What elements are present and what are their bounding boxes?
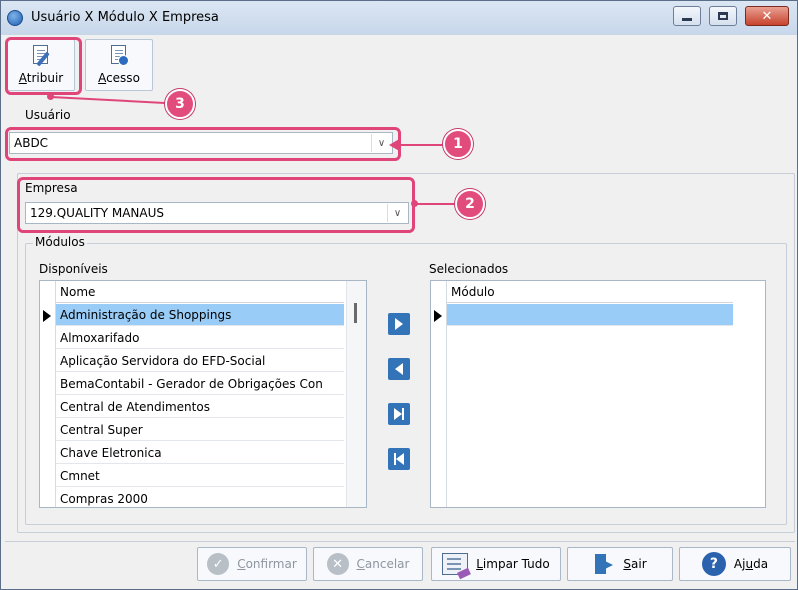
close-icon: ✕ bbox=[761, 8, 773, 24]
list-item[interactable]: Central de Atendimentos bbox=[56, 396, 344, 418]
move-all-left-button[interactable] bbox=[388, 448, 410, 470]
vertical-scrollbar[interactable] bbox=[346, 281, 366, 507]
exit-door-icon bbox=[593, 553, 615, 575]
column-header-module[interactable]: Módulo bbox=[447, 281, 733, 303]
callout-box-assign bbox=[5, 37, 82, 95]
help-button[interactable]: ? Ajuda bbox=[679, 547, 791, 581]
maximize-icon bbox=[718, 12, 728, 20]
window-title: Usuário X Módulo X Empresa bbox=[31, 10, 219, 25]
cancel-button[interactable]: ✕ Cancelar bbox=[313, 547, 423, 581]
callout-leader-line bbox=[50, 96, 167, 105]
callout-number-1: 1 bbox=[443, 129, 473, 159]
close-button[interactable]: ✕ bbox=[745, 6, 789, 26]
current-row-pointer-icon bbox=[434, 310, 442, 322]
callout-arrowhead-icon bbox=[389, 138, 401, 152]
modules-group-title: Módulos bbox=[33, 235, 87, 249]
move-right-button[interactable] bbox=[388, 313, 410, 335]
selected-label: Selecionados bbox=[429, 262, 509, 276]
callout-box-user bbox=[5, 127, 401, 161]
user-label: Usuário bbox=[25, 108, 71, 122]
available-modules-grid[interactable]: Nome Administração de Shoppings Almoxari… bbox=[39, 280, 367, 508]
help-label: Ajuda bbox=[733, 557, 769, 571]
maximize-button[interactable] bbox=[709, 6, 737, 26]
access-button[interactable]: Acesso bbox=[85, 39, 153, 91]
move-left-button[interactable] bbox=[388, 358, 410, 380]
arrow-left-end-icon bbox=[396, 453, 404, 465]
column-header-name[interactable]: Nome bbox=[56, 281, 344, 303]
access-label: Acesso bbox=[98, 71, 140, 85]
minimize-icon bbox=[682, 17, 692, 21]
list-item[interactable]: BemaContabil - Gerador de Obrigações Con bbox=[56, 373, 344, 395]
list-item[interactable]: Almoxarifado bbox=[56, 327, 344, 349]
check-icon: ✓ bbox=[207, 553, 230, 575]
callout-leader-line bbox=[415, 203, 455, 205]
help-question-icon: ? bbox=[701, 552, 726, 576]
arrow-right-icon bbox=[395, 318, 403, 330]
current-row-pointer-icon bbox=[43, 310, 51, 322]
clear-all-label: Limpar Tudo bbox=[476, 557, 550, 571]
confirm-button[interactable]: ✓ Confirmar bbox=[197, 547, 307, 581]
list-item[interactable]: Aplicação Servidora do EFD-Social bbox=[56, 350, 344, 372]
cancel-label: Cancelar bbox=[356, 557, 410, 571]
eraser-list-icon bbox=[442, 553, 472, 580]
app-globe-icon bbox=[7, 10, 23, 26]
list-item[interactable] bbox=[447, 304, 733, 326]
list-item[interactable]: Chave Eletronica bbox=[56, 442, 344, 464]
cancel-x-icon: ✕ bbox=[326, 553, 349, 575]
confirm-label: Confirmar bbox=[237, 557, 297, 571]
footer-divider bbox=[5, 541, 795, 542]
arrow-left-icon bbox=[395, 363, 403, 375]
available-label: Disponíveis bbox=[39, 262, 108, 276]
list-item[interactable]: Cmnet bbox=[56, 465, 344, 487]
exit-button[interactable]: Sair bbox=[567, 547, 673, 581]
minimize-button[interactable] bbox=[673, 6, 701, 26]
exit-label: Sair bbox=[623, 557, 647, 571]
move-all-right-button[interactable] bbox=[388, 403, 410, 425]
title-bar[interactable]: Usuário X Módulo X Empresa ✕ bbox=[1, 1, 797, 35]
callout-number-3: 3 bbox=[165, 89, 195, 119]
scrollbar-thumb[interactable] bbox=[354, 303, 357, 323]
callout-box-company bbox=[17, 177, 415, 233]
user-access-icon bbox=[109, 45, 129, 67]
clear-all-button[interactable]: Limpar Tudo bbox=[431, 547, 561, 581]
callout-number-2: 2 bbox=[455, 189, 485, 219]
arrow-right-end-icon bbox=[394, 408, 402, 420]
callout-leader-line bbox=[399, 144, 445, 146]
list-item[interactable]: Compras 2000 bbox=[56, 488, 344, 507]
main-window: Usuário X Módulo X Empresa ✕ Atribuir Ac… bbox=[0, 0, 798, 590]
selected-modules-grid[interactable]: Módulo bbox=[430, 280, 766, 508]
list-item[interactable]: Administração de Shoppings bbox=[56, 304, 344, 326]
list-item[interactable]: Central Super bbox=[56, 419, 344, 441]
